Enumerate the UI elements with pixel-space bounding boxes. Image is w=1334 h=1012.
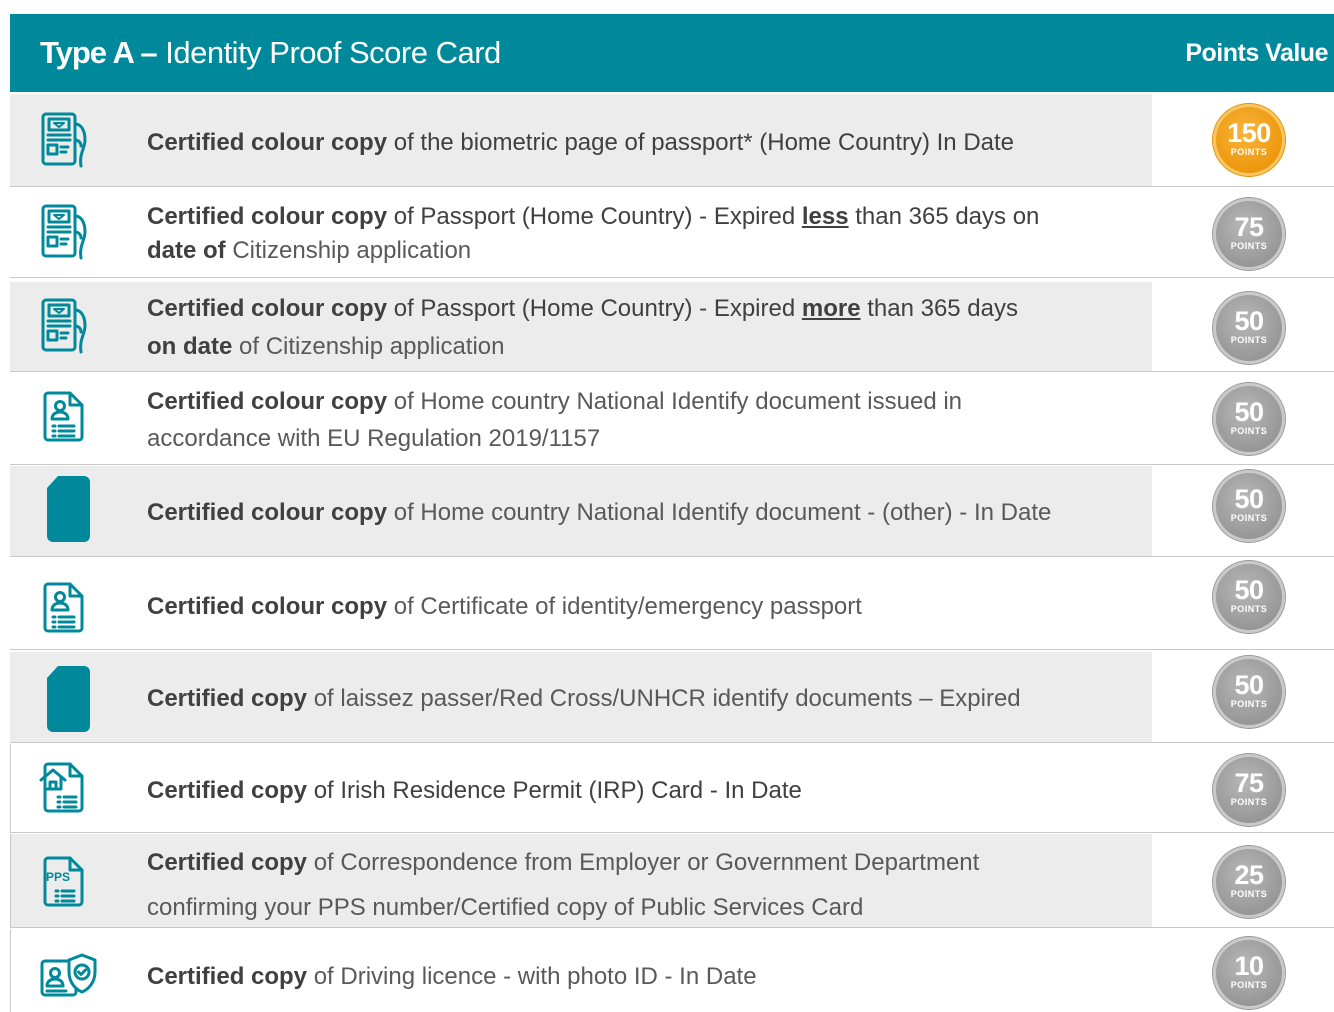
id-document-icon [38, 387, 94, 447]
table-row: Certified copy of laissez passer/Red Cro… [10, 652, 1334, 743]
points-badge: 75 POINTS [1213, 754, 1285, 826]
points-badge: 75 POINTS [1213, 198, 1285, 270]
points-badge: 50 POINTS [1213, 470, 1285, 542]
document-icon [38, 662, 94, 732]
points-badge: 50 POINTS [1213, 383, 1285, 455]
row-description: Certified copy of Driving licence - with… [147, 963, 757, 990]
passport-hand-icon [38, 110, 94, 170]
table-row: Certified colour copy of Home country Na… [10, 373, 1334, 465]
points-badge: 50 POINTS [1213, 656, 1285, 728]
passport-hand-icon [38, 202, 94, 262]
points-badge: 50 POINTS [1213, 561, 1285, 633]
table-row: Certified colour copy of Passport (Home … [10, 188, 1334, 278]
row-description: Certified colour copy of Home country Na… [147, 388, 963, 452]
document-icon [38, 472, 94, 542]
table-row: Certified colour copy of Certificate of … [10, 558, 1334, 650]
row-description: Certified colour copy of Passport (Home … [147, 295, 1018, 360]
title-type-label: Type A – [40, 35, 158, 70]
points-badge: 25 POINTS [1213, 846, 1285, 918]
table-row: Certified colour copy of the biometric p… [10, 94, 1334, 187]
row-description: Certified copy of Irish Residence Permit… [147, 777, 802, 804]
points-value-heading: Points Value [1185, 39, 1328, 67]
points-badge: 50 POINTS [1213, 292, 1285, 364]
row-description: Certified colour copy of Home country Na… [147, 499, 1052, 526]
driving-licence-shield-icon [38, 951, 97, 1011]
row-description: Certified colour copy of the biometric p… [147, 129, 1015, 156]
score-card-header: Type A – Identity Proof Score Card Point… [10, 14, 1334, 92]
title-text: Identity Proof Score Card [165, 35, 501, 70]
table-row: Certified colour copy of Passport (Home … [10, 282, 1334, 372]
table-row: Certified colour copy of Home country Na… [10, 466, 1334, 557]
pps-document-icon: PPS [38, 852, 94, 912]
id-document-icon [38, 578, 94, 638]
residence-permit-icon [38, 758, 94, 818]
table-row: Certified copy of Irish Residence Permit… [10, 744, 1334, 833]
row-description: Certified copy of Correspondence from Em… [147, 849, 980, 921]
table-row: PPS Certified copy of Correspondence fro… [10, 834, 1334, 928]
points-badge: 150 POINTS [1213, 104, 1285, 176]
row-description: Certified colour copy of Passport (Home … [147, 203, 1040, 264]
row-description: Certified copy of laissez passer/Red Cro… [147, 685, 1021, 712]
pps-label: PPS [46, 870, 71, 884]
row-description: Certified colour copy of Certificate of … [147, 593, 862, 620]
score-card-title: Type A – Identity Proof Score Card [40, 14, 501, 92]
passport-hand-icon [38, 296, 94, 356]
points-badge: 10 POINTS [1213, 937, 1285, 1009]
table-row: Certified copy of Driving licence - with… [10, 929, 1334, 1012]
